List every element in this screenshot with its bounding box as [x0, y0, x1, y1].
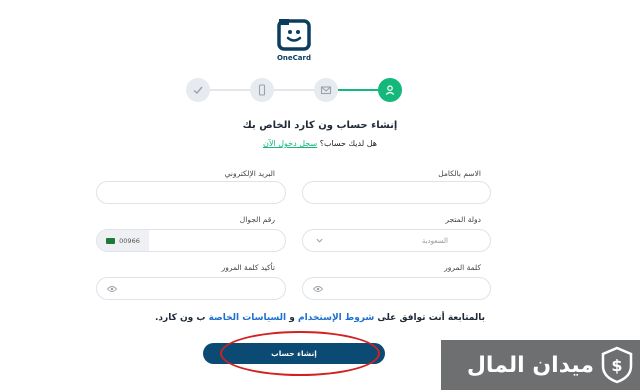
envelope-icon: [320, 86, 332, 95]
full-name-input[interactable]: [303, 184, 490, 206]
login-link[interactable]: سجل دخول الآن: [263, 139, 317, 148]
svg-text:$: $: [611, 356, 622, 375]
chevron-down-icon: [316, 238, 323, 243]
eye-icon[interactable]: [107, 285, 117, 293]
email-input[interactable]: [97, 184, 285, 206]
login-prompt: هل لديك حساب؟ سجل دخول الآن: [180, 139, 460, 148]
store-country-select[interactable]: السعودية: [302, 229, 491, 252]
page-title: إنشاء حساب ون كارد الخاص بك: [242, 120, 398, 131]
password-label: كلمة المرور: [444, 263, 481, 272]
check-icon: [193, 86, 203, 94]
full-name-label: الاسم بالكامل: [438, 169, 481, 178]
step-account: [378, 78, 402, 102]
email-field[interactable]: [96, 181, 286, 206]
password-input[interactable]: [303, 280, 490, 302]
terms-and: و: [289, 313, 295, 323]
create-account-button[interactable]: إنشاء حساب: [203, 343, 385, 364]
confirm-password-field[interactable]: [96, 277, 286, 302]
privacy-policy-link[interactable]: السياسات الخاصة: [209, 313, 287, 323]
eye-icon[interactable]: [313, 285, 323, 293]
watermark-shield-icon: $: [601, 346, 633, 384]
step-connector-active: [338, 89, 380, 91]
email-label: البريد الإلكتروني: [224, 169, 275, 178]
confirm-password-label: تأكيد كلمة المرور: [221, 263, 275, 272]
watermark-text: ميدان المال: [466, 352, 594, 378]
step-phone: [250, 78, 274, 102]
confirm-password-input[interactable]: [97, 280, 285, 302]
phone-label: رقم الجوال: [239, 215, 275, 224]
step-email: [314, 78, 338, 102]
full-name-field[interactable]: [302, 181, 491, 206]
brand-name: OneCard: [276, 54, 311, 62]
onecard-logo-icon: [276, 17, 312, 53]
step-verified: [186, 78, 210, 102]
phone-icon: [258, 84, 266, 96]
terms-prefix: بالمتابعة أنت توافق على: [377, 313, 485, 323]
phone-field[interactable]: 00966: [96, 229, 286, 254]
progress-stepper: [0, 76, 640, 104]
saudi-flag-icon: [106, 237, 116, 244]
terms-notice: بالمتابعة أنت توافق على شروط الإستخدام و…: [120, 313, 520, 323]
country-code: 00966: [119, 236, 140, 245]
user-icon: [385, 85, 395, 95]
terms-suffix: ب ون كارد.: [155, 313, 206, 323]
password-field[interactable]: [302, 277, 491, 302]
terms-of-use-link[interactable]: شروط الإستخدام: [298, 313, 374, 323]
have-account-text: هل لديك حساب؟: [319, 139, 377, 148]
store-country-value: السعودية: [421, 237, 448, 245]
watermark: ميدان المال $: [441, 340, 640, 390]
country-code-selector[interactable]: 00966: [97, 230, 149, 251]
store-country-label: دولة المتجر: [445, 215, 481, 224]
